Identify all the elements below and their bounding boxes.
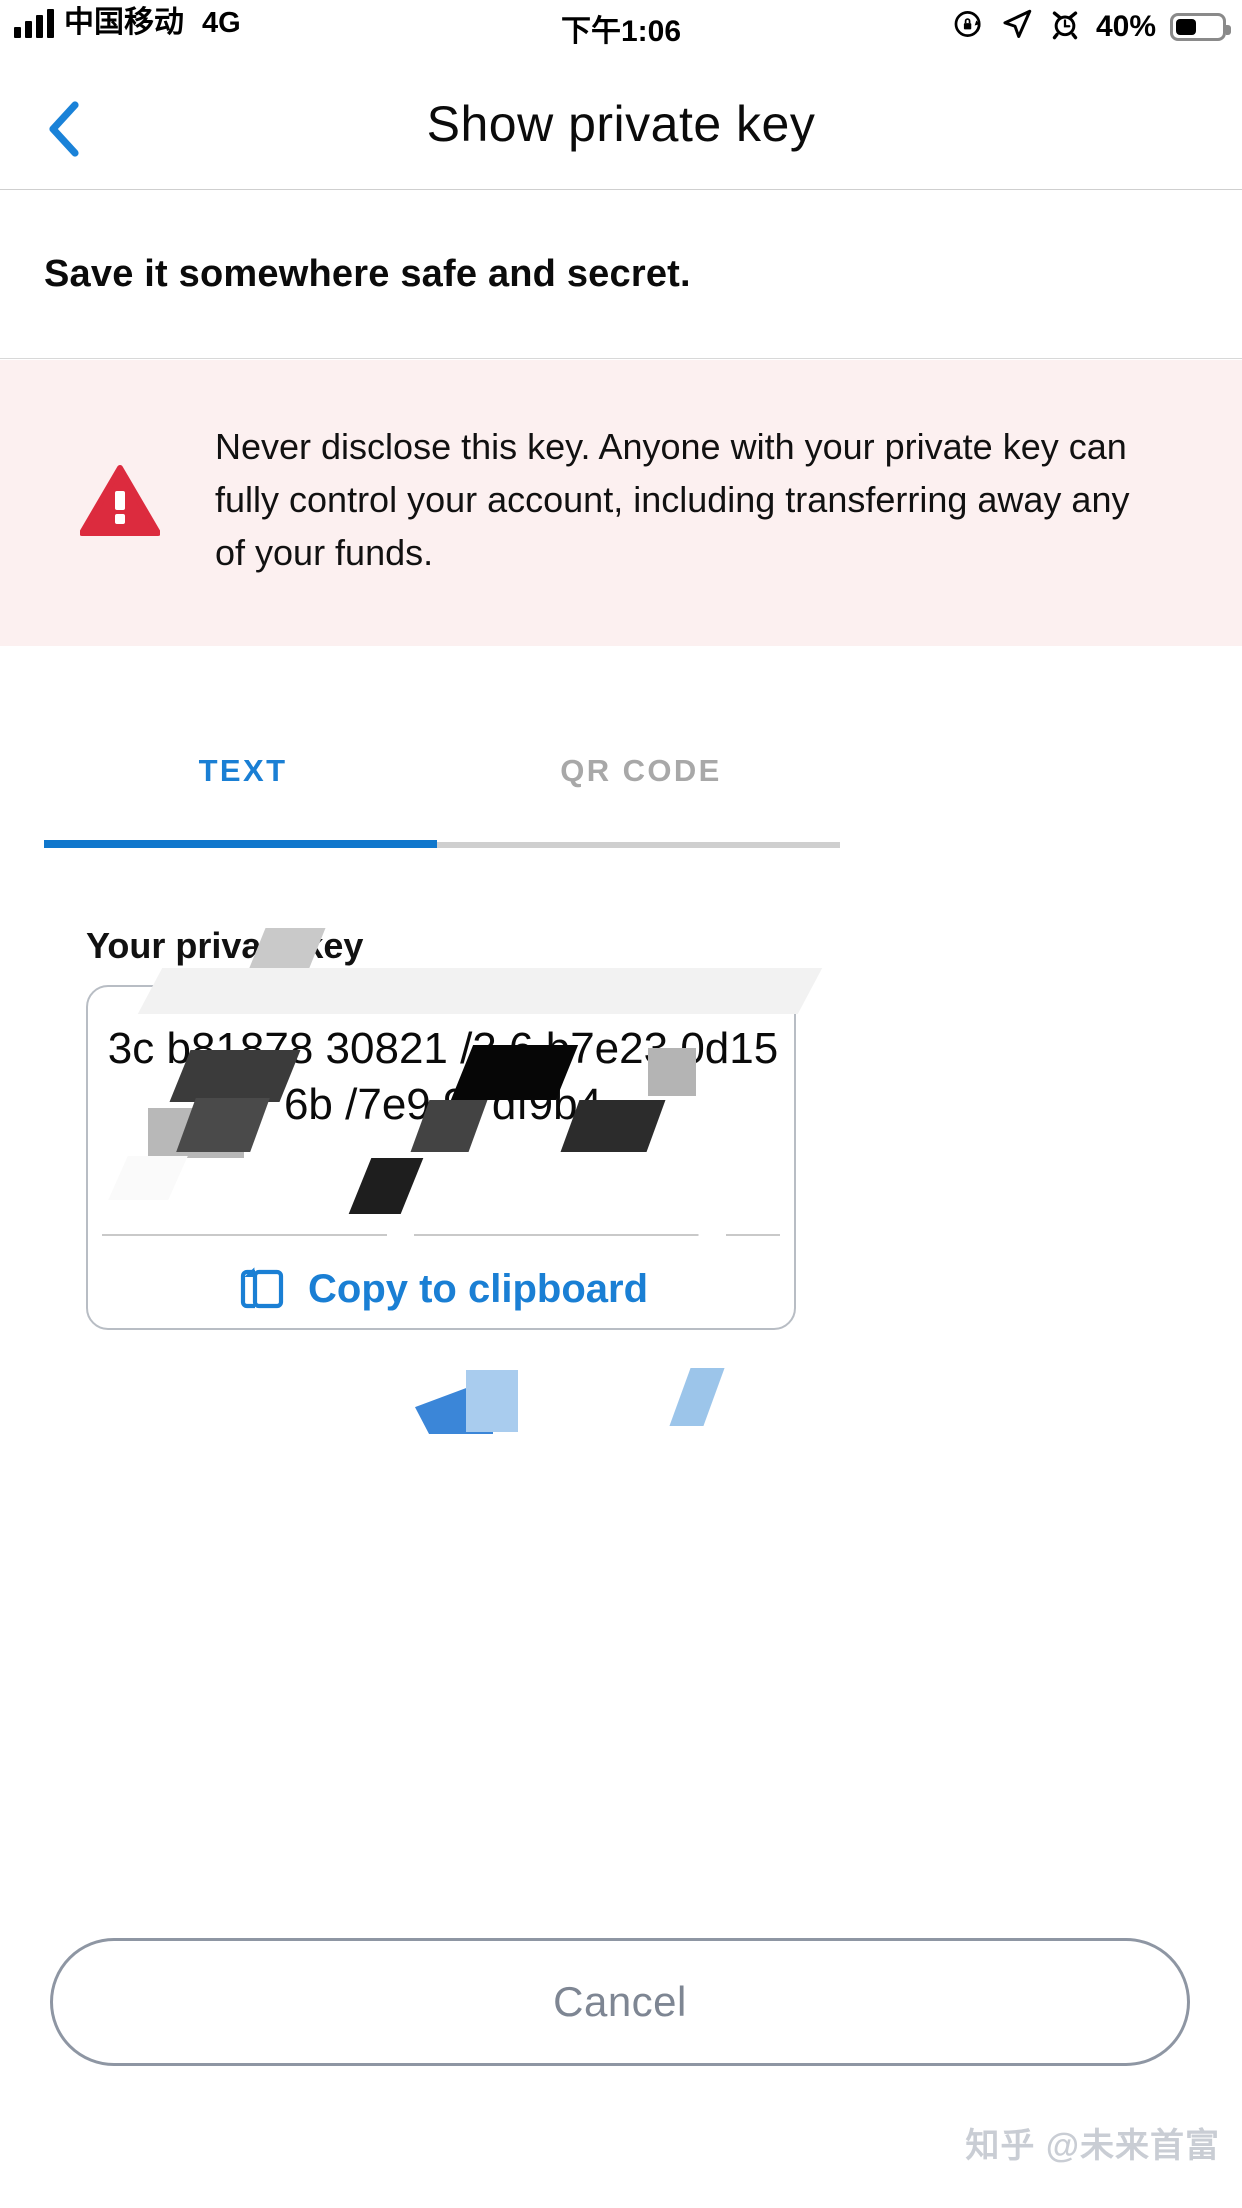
private-key-label: Your private key <box>86 925 364 966</box>
redaction-mark <box>466 1370 518 1432</box>
private-key-value: 3c b81878 30821 /3 6 b7e23 0d156b /7e9 9… <box>107 1024 779 1129</box>
warning-triangle-icon <box>79 465 161 537</box>
private-key-card: 3c b81878 30821 /3 6 b7e23 0d156b /7e9 9… <box>86 985 796 1330</box>
status-bar-right: 40% <box>952 7 1231 46</box>
status-bar: 中国移动 4G 下午1:06 40% <box>0 0 1242 58</box>
card-divider <box>102 1234 780 1236</box>
alarm-clock-icon <box>1048 7 1082 46</box>
battery-icon <box>1170 12 1231 41</box>
redaction-mark <box>415 1378 493 1434</box>
cancel-button[interactable]: Cancel <box>50 1938 1190 2066</box>
redaction-mark <box>669 1368 725 1426</box>
warning-text: Never disclose this key. Anyone with you… <box>215 426 1130 573</box>
location-arrow-icon <box>1000 7 1034 46</box>
page-title: Show private key <box>426 96 816 152</box>
navigation-bar: Show private key <box>0 58 1242 190</box>
tab-qr-code[interactable]: QR CODE <box>442 700 840 842</box>
rotation-lock-icon <box>952 7 986 46</box>
copy-to-clipboard-label: Copy to clipboard <box>308 1266 648 1311</box>
copy-icon <box>238 1259 290 1320</box>
tab-bar: TEXT QR CODE <box>44 700 840 848</box>
tab-active-indicator <box>44 840 437 848</box>
subtitle-row: Save it somewhere safe and secret. <box>0 190 1242 359</box>
copy-to-clipboard-button[interactable]: Copy to clipboard <box>88 1249 798 1329</box>
subtitle-text: Save it somewhere safe and secret. <box>44 252 691 295</box>
tab-text[interactable]: TEXT <box>44 700 442 842</box>
watermark: 知乎 @未来首富 <box>965 2127 1220 2165</box>
app-screen: 中国移动 4G 下午1:06 40% Show private key Save… <box>0 0 1242 2208</box>
battery-percent-label: 40% <box>1095 9 1156 43</box>
